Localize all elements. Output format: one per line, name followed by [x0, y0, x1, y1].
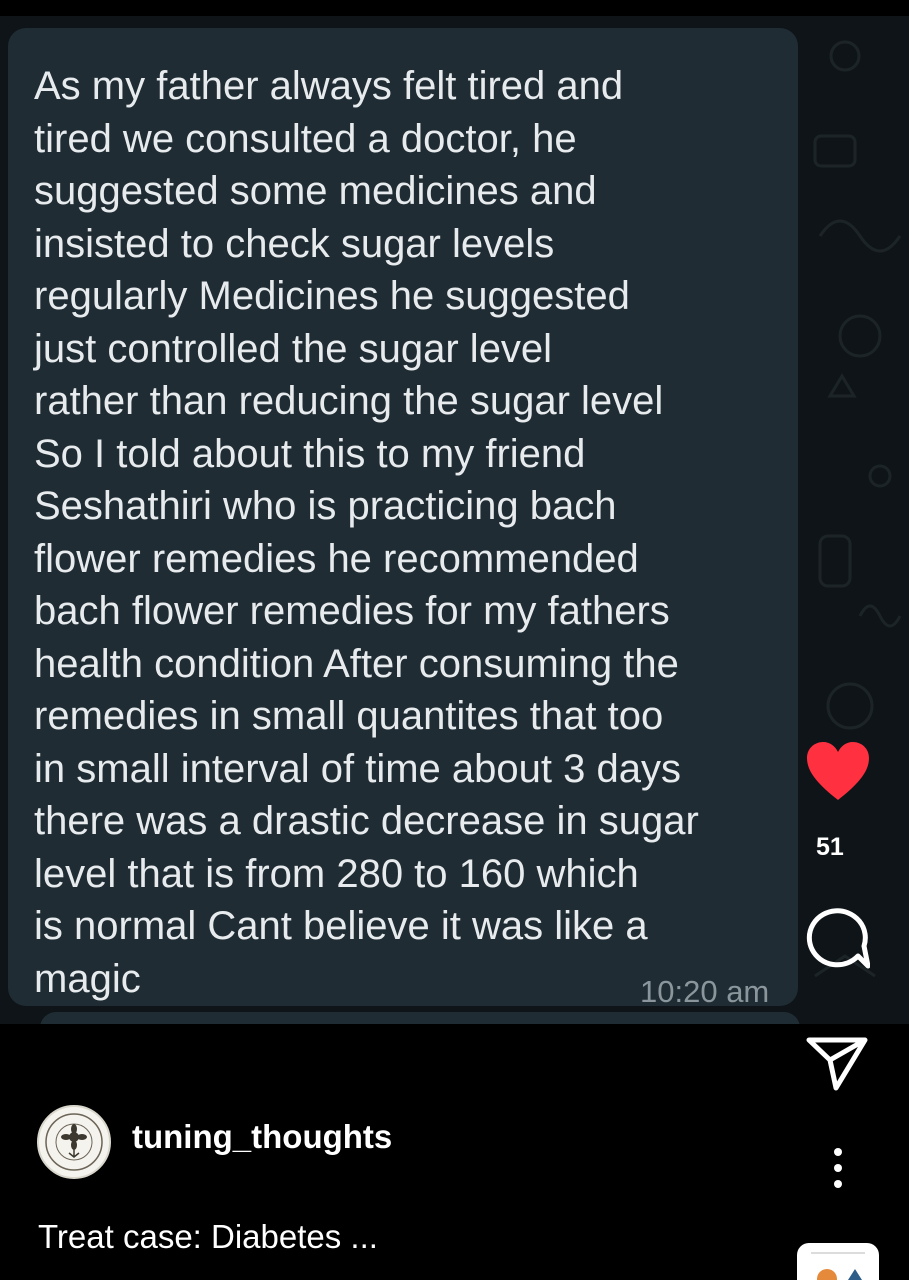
post-caption[interactable]: Treat case: Diabetes ...: [38, 1218, 378, 1256]
message-timestamp: 10:20 am: [640, 974, 770, 1009]
author-avatar[interactable]: [37, 1105, 111, 1179]
like-button[interactable]: [805, 740, 871, 802]
message-line: As my father always felt tired and: [34, 64, 624, 108]
message-line: insisted to check sugar levels: [34, 221, 555, 266]
message-line: So I told about this to my friend: [34, 431, 586, 476]
more-vertical-icon: [834, 1148, 842, 1188]
message-line: health condition After consuming the: [34, 641, 679, 686]
message-line: tired we consulted a doctor, he: [34, 116, 577, 161]
message-line: suggested some medicines and: [34, 169, 597, 213]
message-line: level that is from 280 to 160 which: [34, 851, 639, 896]
message-line: in small interval of time about 3 days: [34, 746, 681, 791]
like-count[interactable]: 51: [816, 833, 844, 862]
comment-button[interactable]: [806, 908, 871, 970]
message-line: flower remedies he recommended: [34, 536, 639, 581]
more-options-button[interactable]: [826, 1146, 850, 1190]
reel-viewer: As my father always felt tired and tired…: [0, 0, 909, 1280]
message-line: remedies in small quantites that too: [34, 694, 664, 738]
chat-message-text: As my father always felt tired and tired…: [34, 60, 774, 1005]
share-button[interactable]: [806, 1036, 868, 1092]
author-username[interactable]: tuning_thoughts: [132, 1118, 392, 1156]
flower-logo-icon: [45, 1113, 103, 1171]
comment-icon: [806, 908, 871, 969]
message-line: rather than reducing the sugar level: [34, 379, 664, 423]
message-line: Seshathiri who is practicing bach: [34, 484, 617, 528]
message-line: there was a drastic decrease in sugar: [34, 799, 699, 843]
message-line: just controlled the sugar level: [34, 326, 553, 371]
post-media[interactable]: As my father always felt tired and tired…: [0, 16, 909, 1024]
message-line: is normal Cant believe it was like a: [34, 904, 648, 948]
message-line: bach flower remedies for my fathers: [34, 589, 670, 633]
send-icon: [806, 1037, 868, 1091]
next-message-bubble: [40, 1012, 800, 1024]
heart-icon: [807, 742, 869, 800]
audio-cover-icon: [811, 1252, 865, 1280]
message-line: regularly Medicines he suggested: [34, 274, 630, 318]
audio-thumbnail[interactable]: [797, 1243, 879, 1280]
